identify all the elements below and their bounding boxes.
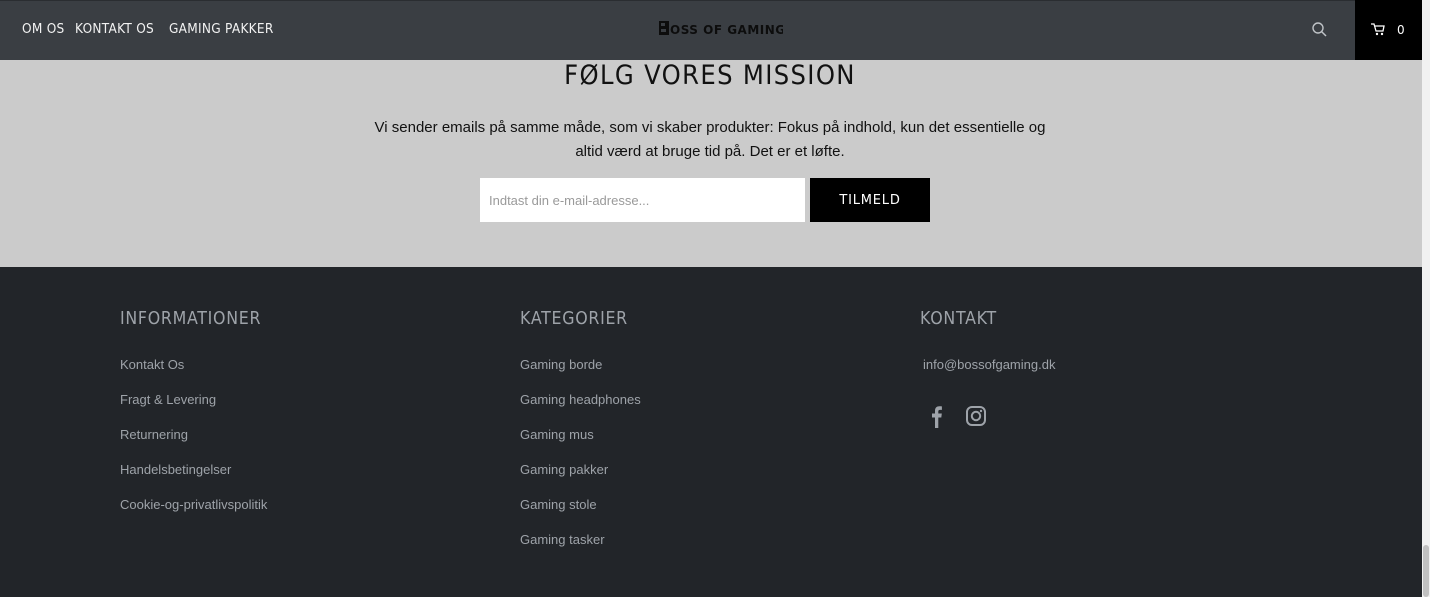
footer-link-gaming-pakker[interactable]: Gaming pakker: [520, 462, 608, 477]
site-header: OM OS KONTAKT OS GAMING PAKKER OSS OF GA…: [0, 0, 1422, 60]
footer-link-kontakt-os[interactable]: Kontakt Os: [120, 357, 184, 372]
cart-icon: [1371, 23, 1385, 36]
footer-heading-kategorier: KATEGORIER: [520, 308, 628, 329]
newsletter-text-line-1: Vi sender emails på samme måde, som vi s…: [374, 119, 1046, 136]
facebook-icon[interactable]: [926, 404, 948, 428]
footer-link-gaming-tasker[interactable]: Gaming tasker: [520, 532, 605, 547]
footer-link-gaming-stole[interactable]: Gaming stole: [520, 497, 597, 512]
newsletter-title: FØLG VORES MISSION: [564, 60, 856, 91]
footer-link-returnering[interactable]: Returnering: [120, 427, 188, 442]
svg-text:OSS OF GAMING: OSS OF GAMING: [670, 23, 783, 37]
footer-link-gaming-headphones[interactable]: Gaming headphones: [520, 392, 641, 407]
contact-email-link[interactable]: info@bossofgaming.dk: [923, 357, 1055, 372]
instagram-icon[interactable]: [965, 404, 987, 428]
nav-item-gaming-pakker[interactable]: GAMING PAKKER: [169, 21, 274, 37]
footer-link-gaming-borde[interactable]: Gaming borde: [520, 357, 602, 372]
footer-link-gaming-mus[interactable]: Gaming mus: [520, 427, 594, 442]
footer-column-kontakt: KONTAKT info@bossofgaming.dk: [920, 308, 1055, 428]
newsletter-section: FØLG VORES MISSION Vi sender emails på s…: [0, 60, 1422, 267]
main-nav: OM OS KONTAKT OS GAMING PAKKER: [22, 21, 277, 37]
page-scrollbar[interactable]: [1422, 0, 1430, 597]
social-links: [926, 404, 987, 428]
newsletter-description: Vi sender emails på samme måde, som vi s…: [370, 116, 1050, 164]
search-icon[interactable]: [1311, 21, 1328, 38]
footer-heading-informationer: INFORMATIONER: [120, 308, 262, 329]
footer-link-cookie-privatliv[interactable]: Cookie-og-privatlivspolitik: [120, 497, 267, 512]
cart-count: 0: [1397, 23, 1405, 37]
footer-heading-kontakt: KONTAKT: [920, 308, 997, 329]
footer-column-informationer: INFORMATIONER Kontakt Os Fragt & Leverin…: [120, 308, 280, 512]
nav-item-om-os[interactable]: OM OS: [22, 21, 65, 37]
cart-button[interactable]: 0: [1355, 0, 1422, 60]
email-input[interactable]: [480, 178, 805, 222]
scrollbar-thumb[interactable]: [1423, 545, 1429, 597]
subscribe-button[interactable]: TILMELD: [810, 178, 930, 222]
newsletter-text-line-2: altid værd at bruge tid på. Det er et lø…: [575, 143, 845, 160]
footer-link-handelsbetingelser[interactable]: Handelsbetingelser: [120, 462, 231, 477]
site-logo[interactable]: OSS OF GAMING: [657, 18, 785, 38]
nav-item-kontakt-os[interactable]: KONTAKT OS: [75, 21, 154, 37]
header-top-border: [0, 0, 1422, 1]
footer-link-fragt-levering[interactable]: Fragt & Levering: [120, 392, 216, 407]
footer-column-kategorier: KATEGORIER Gaming borde Gaming headphone…: [520, 308, 643, 547]
